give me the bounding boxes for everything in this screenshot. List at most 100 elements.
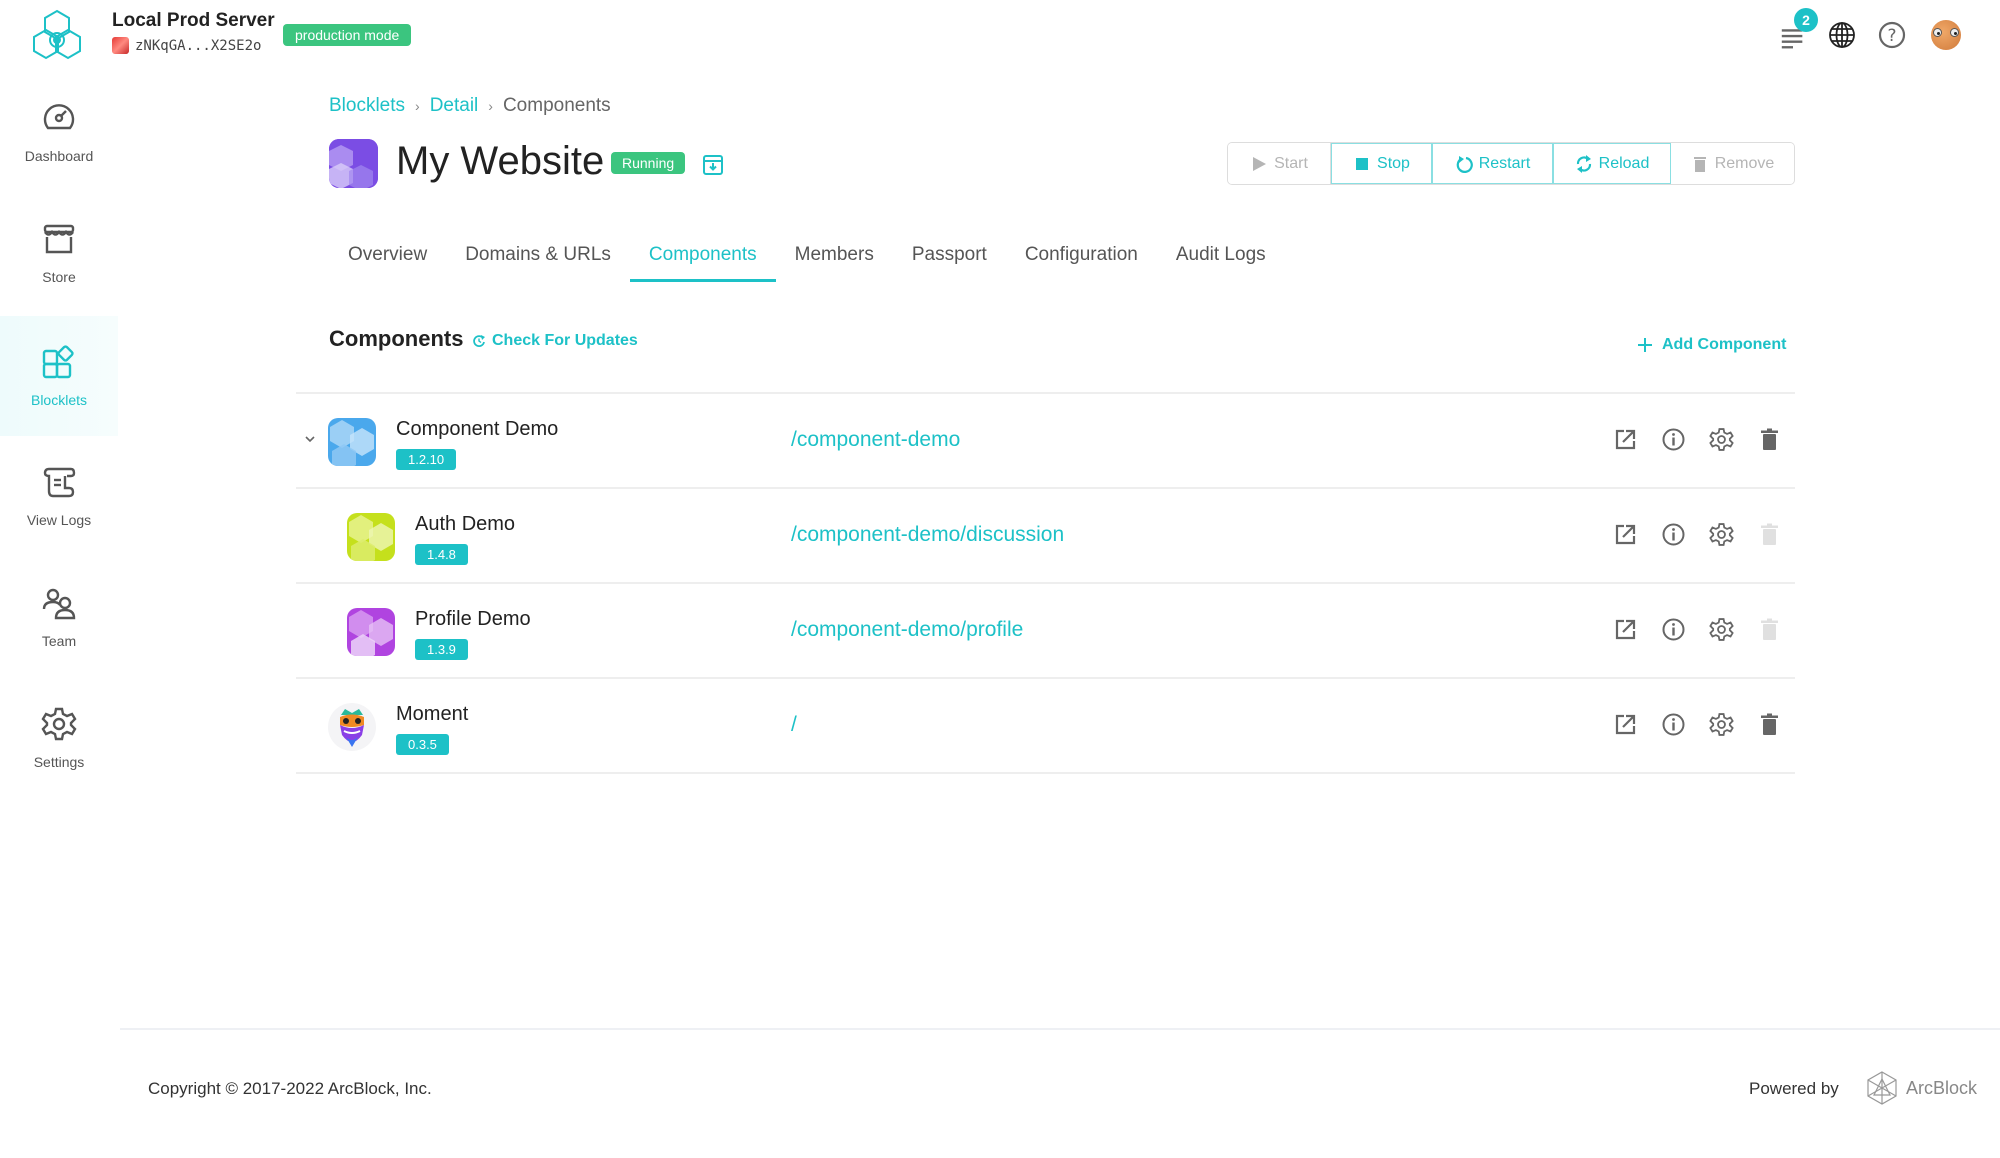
- open-external-icon[interactable]: [1613, 712, 1638, 737]
- sidebar-item-label: Dashboard: [24, 148, 94, 164]
- settings-gear-icon: [41, 707, 77, 741]
- sidebar-item-settings[interactable]: Settings: [0, 678, 118, 798]
- tab-configuration[interactable]: Configuration: [1006, 228, 1157, 282]
- copyright-text: Copyright © 2017-2022 ArcBlock, Inc.: [148, 1079, 432, 1098]
- mount-point-link[interactable]: /component-demo: [791, 428, 960, 452]
- component-logo: [347, 513, 395, 561]
- tab-members[interactable]: Members: [776, 228, 893, 282]
- tab-audit-logs[interactable]: Audit Logs: [1157, 228, 1285, 282]
- sidebar-item-team[interactable]: Team: [0, 557, 118, 677]
- component-logo: [328, 418, 376, 466]
- info-icon[interactable]: [1661, 617, 1686, 642]
- components-heading: Components: [329, 326, 464, 351]
- sidebar-item-label: Store: [42, 269, 76, 285]
- component-logo: [328, 703, 376, 751]
- reload-button[interactable]: Reload: [1553, 143, 1671, 184]
- production-mode-badge: production mode: [283, 24, 412, 46]
- server-logo[interactable]: [28, 8, 86, 64]
- breadcrumb-blocklets-link[interactable]: Blocklets: [329, 95, 405, 117]
- row-actions: [1613, 617, 1782, 642]
- settings-gear-icon[interactable]: [1709, 522, 1734, 547]
- tab-components[interactable]: Components: [629, 228, 776, 282]
- restart-icon: [1456, 155, 1473, 173]
- open-external-icon[interactable]: [1613, 522, 1638, 547]
- restart-button[interactable]: Restart: [1432, 143, 1553, 184]
- breadcrumb-detail-link[interactable]: Detail: [430, 95, 479, 117]
- remove-button[interactable]: Remove: [1671, 143, 1794, 184]
- sidebar-item-label: Settings: [33, 754, 85, 770]
- backup-button[interactable]: [702, 154, 724, 176]
- play-icon: [1253, 156, 1267, 171]
- tab-overview[interactable]: Overview: [329, 228, 446, 282]
- refresh-clock-icon: [473, 335, 485, 347]
- version-badge: 0.3.5: [396, 734, 449, 755]
- team-icon: [42, 588, 76, 620]
- profile-demo-logo-icon: [347, 608, 395, 656]
- table-row: Profile Demo 1.3.9 /component-demo/profi…: [296, 584, 1795, 679]
- status-badge: Running: [611, 152, 686, 174]
- sidebar-item-label: Blocklets: [30, 392, 88, 408]
- server-title: Local Prod Server: [112, 10, 275, 31]
- open-external-icon[interactable]: [1613, 427, 1638, 452]
- breadcrumb-separator: ›: [415, 98, 420, 114]
- delete-trash-icon[interactable]: [1757, 427, 1782, 452]
- server-did[interactable]: zNKqGA...X2SE2o: [112, 37, 261, 54]
- sidebar-item-view-logs[interactable]: View Logs: [0, 436, 118, 556]
- notification-button[interactable]: 2: [1778, 8, 1818, 52]
- tab-domains-urls[interactable]: Domains & URLs: [446, 228, 630, 282]
- delete-trash-icon-disabled: [1757, 617, 1782, 642]
- chevron-down-icon[interactable]: [303, 432, 317, 446]
- footer-divider: [120, 1028, 2000, 1030]
- blocklet-logo: [329, 139, 378, 188]
- component-name: Moment: [396, 703, 469, 725]
- svg-text:?: ?: [1887, 26, 1896, 46]
- language-button[interactable]: [1827, 20, 1857, 50]
- dashboard-gauge-icon: [43, 104, 75, 130]
- version-badge: 1.4.8: [415, 544, 468, 565]
- stop-button[interactable]: Stop: [1331, 143, 1432, 184]
- info-icon[interactable]: [1661, 712, 1686, 737]
- mount-point-link[interactable]: /component-demo/discussion: [791, 523, 1064, 547]
- table-row: Component Demo 1.2.10 /component-demo: [296, 394, 1795, 489]
- logs-scroll-icon: [43, 467, 76, 498]
- info-icon[interactable]: [1661, 522, 1686, 547]
- sidebar-item-store[interactable]: Store: [0, 193, 118, 313]
- help-button[interactable]: ?: [1877, 20, 1907, 50]
- sidebar-item-dashboard[interactable]: Dashboard: [0, 72, 118, 192]
- arcblock-logo[interactable]: ArcBlock: [1866, 1071, 1977, 1105]
- table-row: Auth Demo 1.4.8 /component-demo/discussi…: [296, 489, 1795, 584]
- sidebar-item-blocklets[interactable]: Blocklets: [0, 316, 118, 436]
- settings-gear-icon[interactable]: [1709, 712, 1734, 737]
- user-avatar[interactable]: [1931, 20, 1961, 50]
- breadcrumb-current: Components: [502, 95, 611, 116]
- start-button[interactable]: Start: [1228, 143, 1331, 184]
- delete-trash-icon-disabled: [1757, 522, 1782, 547]
- arcblock-brand-text: ArcBlock: [1906, 1077, 1978, 1098]
- archive-download-icon: [703, 155, 723, 175]
- add-component-button[interactable]: Add Component: [1638, 336, 1786, 354]
- component-name: Profile Demo: [415, 608, 531, 630]
- check-updates-button[interactable]: Check For Updates: [472, 332, 638, 350]
- table-row: Moment 0.3.5 /: [296, 679, 1795, 774]
- mount-point-link[interactable]: /: [791, 713, 797, 737]
- breadcrumb-separator: ›: [488, 98, 493, 114]
- component-demo-logo-icon: [328, 418, 376, 466]
- delete-trash-icon[interactable]: [1757, 712, 1782, 737]
- plus-icon: [1638, 338, 1652, 352]
- info-icon[interactable]: [1661, 427, 1686, 452]
- mount-point-link[interactable]: /component-demo/profile: [791, 618, 1023, 642]
- version-badge: 1.2.10: [396, 449, 457, 470]
- tab-passport[interactable]: Passport: [893, 228, 1006, 282]
- row-actions: [1613, 712, 1782, 737]
- powered-by-text: Powered by: [1749, 1079, 1839, 1098]
- moment-owl-logo-icon: [340, 709, 364, 747]
- component-logo: [347, 608, 395, 656]
- open-external-icon[interactable]: [1613, 617, 1638, 642]
- settings-gear-icon[interactable]: [1709, 427, 1734, 452]
- page-title: My Website: [396, 139, 605, 183]
- blocklets-icon: [42, 345, 74, 379]
- settings-gear-icon[interactable]: [1709, 617, 1734, 642]
- store-icon: [43, 224, 75, 254]
- did-avatar-icon: [112, 37, 129, 54]
- version-badge: 1.3.9: [415, 639, 468, 660]
